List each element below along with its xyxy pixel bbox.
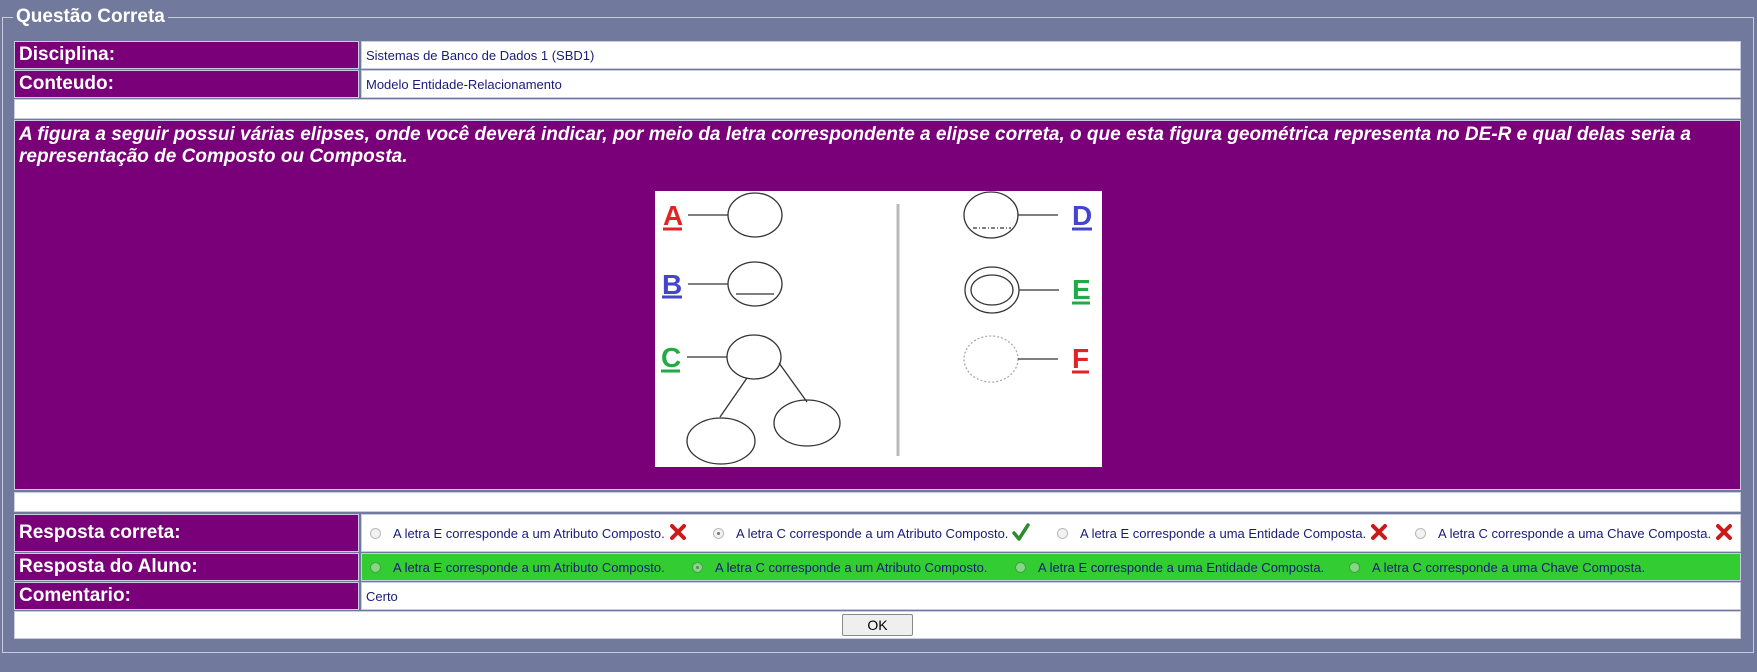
figure-letter: D: [1072, 200, 1092, 231]
correct-option[interactable]: A letra C corresponde a uma Chave Compos…: [1415, 515, 1733, 551]
option-radio[interactable]: [1057, 527, 1068, 539]
resposta-correta-label: Resposta correta:: [14, 514, 359, 552]
option-label: A letra C corresponde a um Atributo Comp…: [736, 525, 1009, 541]
comentario-value: Certo: [361, 582, 1741, 610]
option-label: A letra E corresponde a uma Entidade Com…: [1038, 559, 1325, 575]
disciplina-label: Disciplina:: [14, 41, 359, 69]
spacer-row: [14, 99, 1741, 119]
figure-letter: F: [1072, 343, 1089, 374]
option-label: A letra C corresponde a uma Chave Compos…: [1438, 525, 1712, 541]
panel-title: Questão Correta: [13, 6, 168, 28]
checkmark-icon: [1012, 522, 1031, 544]
option-label: A letra C corresponde a uma Chave Compos…: [1372, 559, 1646, 575]
er-figure-svg: A B C D E F: [661, 191, 1092, 465]
figure-letter: A: [663, 200, 683, 231]
option-radio[interactable]: [1349, 561, 1360, 573]
conteudo-value: Modelo Entidade-Relacionamento: [361, 70, 1741, 98]
resposta-aluno-options: A letra E corresponde a um Atributo Comp…: [361, 553, 1741, 581]
resposta-correta-options: A letra E corresponde a um Atributo Comp…: [361, 514, 1741, 552]
figure-letter: C: [661, 342, 681, 373]
resposta-aluno-label: Resposta do Aluno:: [14, 553, 359, 581]
student-option[interactable]: A letra C corresponde a um Atributo Comp…: [692, 554, 987, 580]
comentario-label: Comentario:: [14, 582, 359, 610]
disciplina-value: Sistemas de Banco de Dados 1 (SBD1): [361, 41, 1741, 69]
option-radio[interactable]: [1015, 561, 1026, 573]
correct-option[interactable]: A letra E corresponde a um Atributo Comp…: [370, 515, 687, 551]
ok-button[interactable]: OK: [842, 614, 913, 636]
option-radio[interactable]: [692, 561, 703, 573]
figure-letter: E: [1072, 274, 1091, 305]
student-option[interactable]: A letra C corresponde a uma Chave Compos…: [1349, 554, 1645, 580]
option-radio[interactable]: [713, 527, 724, 539]
option-label: A letra C corresponde a um Atributo Comp…: [715, 559, 988, 575]
er-ellipses-figure: A B C D E F: [655, 191, 1102, 467]
question-block: A figura a seguir possui várias elipses,…: [14, 120, 1741, 490]
correct-option[interactable]: A letra C corresponde a um Atributo Comp…: [713, 515, 1031, 551]
option-label: A letra E corresponde a um Atributo Comp…: [393, 525, 665, 541]
student-option[interactable]: A letra E corresponde a um Atributo Comp…: [370, 554, 665, 580]
option-radio[interactable]: [370, 561, 381, 573]
spacer-row: [14, 492, 1741, 512]
wrong-x-icon: [669, 523, 687, 544]
option-label: A letra E corresponde a um Atributo Comp…: [393, 559, 665, 575]
figure-letter: B: [662, 269, 682, 300]
student-option[interactable]: A letra E corresponde a uma Entidade Com…: [1015, 554, 1324, 580]
wrong-x-icon: [1715, 523, 1733, 544]
option-label: A letra E corresponde a uma Entidade Com…: [1080, 525, 1367, 541]
wrong-x-icon: [1370, 523, 1388, 544]
option-radio[interactable]: [370, 527, 381, 539]
option-radio[interactable]: [1415, 527, 1426, 539]
correct-option[interactable]: A letra E corresponde a uma Entidade Com…: [1057, 515, 1388, 551]
conteudo-label: Conteudo:: [14, 70, 359, 98]
question-text: A figura a seguir possui várias elipses,…: [19, 124, 1691, 167]
